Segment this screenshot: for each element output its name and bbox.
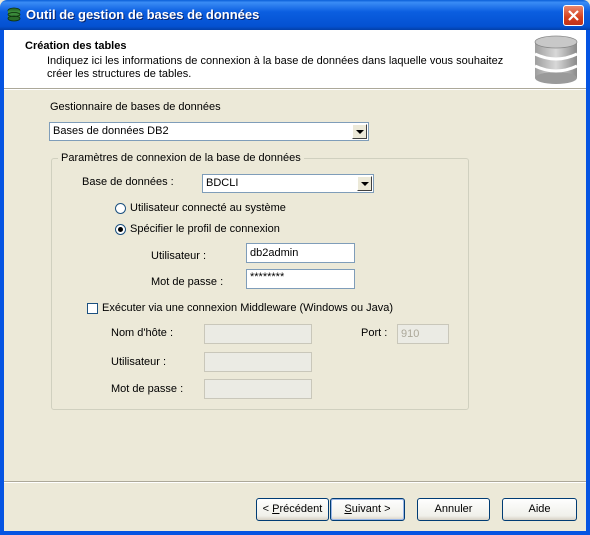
password-input[interactable]: ******** (246, 269, 355, 289)
host-label: Nom d'hôte : (111, 327, 174, 339)
radio-system-user-label[interactable]: Utilisateur connecté au système (130, 202, 286, 214)
mw-user-label: Utilisateur : (111, 356, 167, 368)
chevron-down-icon[interactable] (357, 176, 372, 191)
user-label: Utilisateur : (151, 250, 207, 262)
password-value: ******** (250, 271, 285, 283)
mw-user-input[interactable] (204, 352, 312, 372)
connection-params-label: Paramètres de connexion de la base de do… (58, 152, 304, 164)
page-description: Indiquez ici les informations de connexi… (47, 55, 504, 80)
password-label: Mot de passe : (151, 276, 224, 288)
previous-button[interactable]: < Précédent (256, 498, 329, 521)
radio-connection-profile-label[interactable]: Spécifier le profil de connexion (130, 223, 280, 235)
radio-system-user[interactable] (115, 203, 126, 214)
window-frame-bottom (0, 531, 590, 535)
user-input[interactable]: db2admin (246, 243, 355, 263)
close-button[interactable] (563, 5, 584, 26)
chevron-down-icon[interactable] (352, 124, 367, 139)
window-title: Outil de gestion de bases de données (26, 7, 260, 22)
middleware-checkbox-label[interactable]: Exécuter via une connexion Middleware (W… (102, 302, 393, 314)
mw-password-input[interactable] (204, 379, 312, 399)
database-value: BDCLI (206, 177, 239, 189)
close-icon (568, 10, 579, 21)
window-frame-left (0, 30, 4, 535)
database-label: Base de données : (82, 176, 174, 188)
database-select[interactable]: BDCLI (202, 174, 374, 193)
db-manager-select[interactable]: Bases de données DB2 (49, 122, 369, 141)
database-icon (534, 35, 578, 84)
window-frame-right (586, 30, 590, 535)
user-value: db2admin (250, 247, 299, 259)
help-button[interactable]: Aide (502, 498, 577, 521)
mw-password-label: Mot de passe : (111, 383, 184, 395)
middleware-checkbox[interactable] (87, 303, 98, 314)
page-title: Création des tables (25, 40, 127, 52)
host-input[interactable] (204, 324, 312, 344)
port-label: Port : (361, 327, 388, 339)
database-app-icon (7, 7, 21, 22)
footer-divider-highlight (4, 482, 586, 483)
db-manager-value: Bases de données DB2 (53, 125, 169, 137)
next-button[interactable]: Suivant > (330, 498, 405, 521)
port-input[interactable]: 910 (397, 324, 449, 344)
header-divider-highlight (4, 89, 586, 90)
db-manager-label: Gestionnaire de bases de données (50, 101, 221, 113)
radio-connection-profile[interactable] (115, 224, 126, 235)
cancel-button[interactable]: Annuler (417, 498, 490, 521)
port-value: 910 (401, 328, 420, 340)
